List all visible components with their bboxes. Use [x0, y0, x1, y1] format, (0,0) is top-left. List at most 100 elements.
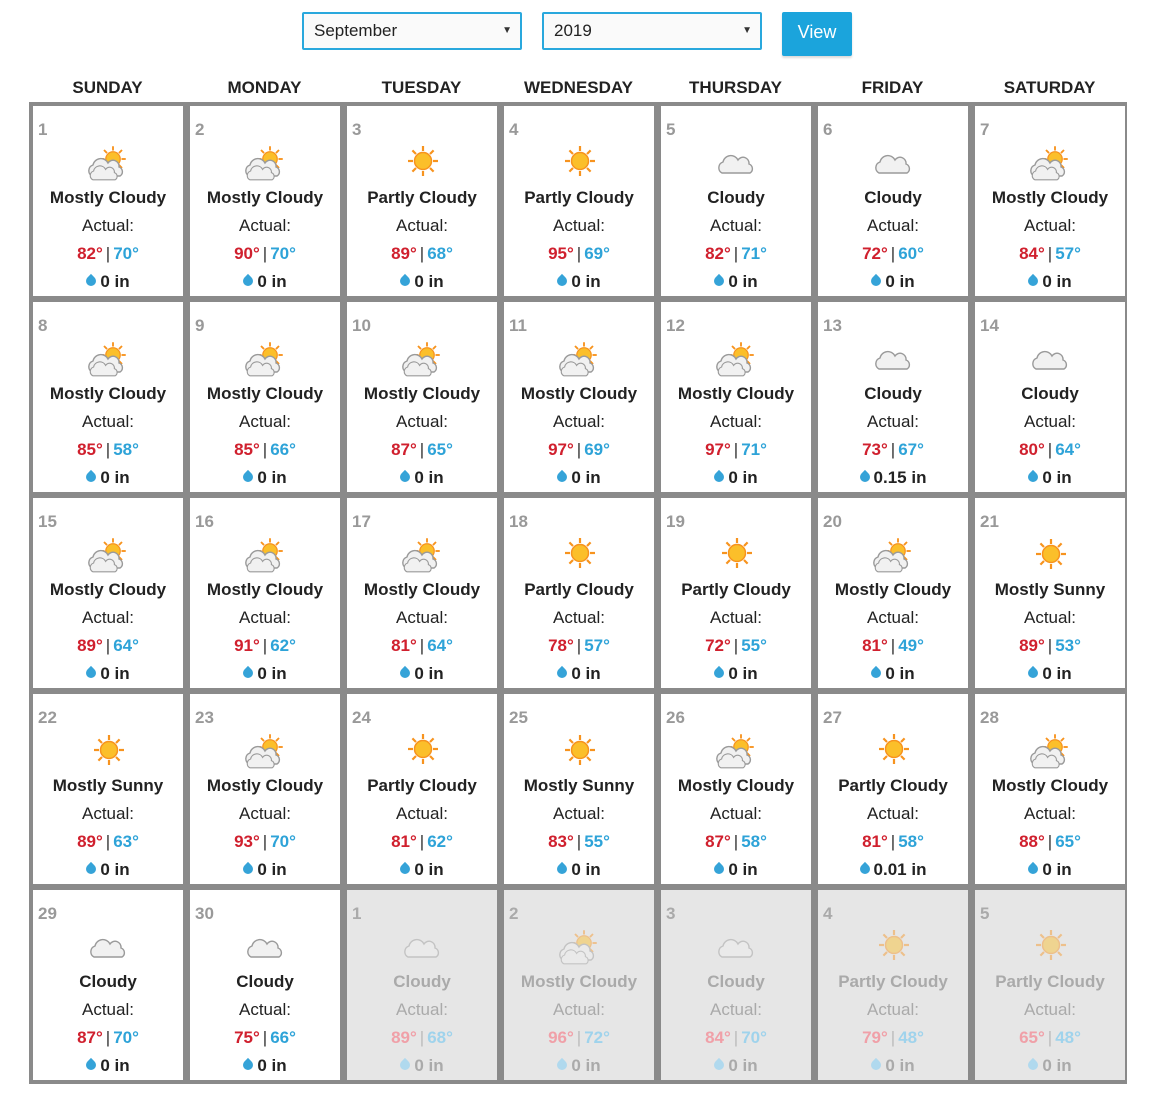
day-number: 21 [980, 512, 999, 531]
mostly-sunny-icon [559, 732, 599, 770]
mostly-cloudy-icon [88, 536, 128, 574]
low-temp: 68° [427, 244, 453, 263]
precipitation: 0 in [661, 860, 811, 880]
day-cell[interactable]: 5 Cloudy Actual: 82° | 71° 0 in [659, 104, 813, 298]
precipitation: 0 in [190, 1056, 340, 1076]
day-cell[interactable]: 1 Cloudy Actual: 89° | 68° 0 in [345, 888, 499, 1082]
high-temp: 81° [862, 832, 888, 851]
low-temp: 70° [113, 244, 139, 263]
high-temp: 97° [705, 440, 731, 459]
condition-label: Mostly Sunny [52, 776, 164, 795]
temp-separator: | [105, 244, 111, 263]
day-cell[interactable]: 22 Mostly Sunny Actual: 89° | 63° 0 in [31, 692, 185, 886]
temp-separator: | [419, 1028, 425, 1047]
mostly-sunny-icon [88, 732, 128, 770]
day-cell[interactable]: 10 Mostly Cloudy Actual: 87° | 65° 0 in [345, 300, 499, 494]
day-number: 23 [195, 708, 214, 727]
day-cell[interactable]: 6 Cloudy Actual: 72° | 60° 0 in [816, 104, 970, 298]
precip-value: 0 in [414, 468, 444, 487]
mostly-cloudy-icon [873, 536, 913, 574]
day-cell[interactable]: 18 Partly Cloudy Actual: 78° | 57° 0 in [502, 496, 656, 690]
day-number: 19 [666, 512, 685, 531]
temperature-range: 82° | 71° [661, 244, 811, 264]
chevron-down-icon: ▼ [502, 25, 512, 36]
year-select[interactable]: 2019 ▼ [542, 12, 762, 50]
day-cell[interactable]: 21 Mostly Sunny Actual: 89° | 53° 0 in [973, 496, 1127, 690]
day-cell[interactable]: 24 Partly Cloudy Actual: 81° | 62° 0 in [345, 692, 499, 886]
high-temp: 72° [862, 244, 888, 263]
high-temp: 93° [234, 832, 260, 851]
temperature-range: 72° | 55° [661, 636, 811, 656]
actual-label: Actual: [867, 608, 919, 627]
temperature-range: 78° | 57° [504, 636, 654, 656]
day-cell[interactable]: 17 Mostly Cloudy Actual: 81° | 64° 0 in [345, 496, 499, 690]
day-cell[interactable]: 1 Mostly Cloudy Actual: 82° | 70° 0 in [31, 104, 185, 298]
chevron-down-icon: ▼ [742, 25, 752, 36]
mostly-cloudy-icon [245, 144, 285, 182]
high-temp: 97° [548, 440, 574, 459]
day-cell[interactable]: 4 Partly Cloudy Actual: 95° | 69° 0 in [502, 104, 656, 298]
day-cell[interactable]: 9 Mostly Cloudy Actual: 85° | 66° 0 in [188, 300, 342, 494]
high-temp: 90° [234, 244, 260, 263]
temperature-range: 93° | 70° [190, 832, 340, 852]
view-button[interactable]: View [782, 12, 852, 56]
day-number: 22 [38, 708, 57, 727]
temp-separator: | [105, 440, 111, 459]
day-cell[interactable]: 2 Mostly Cloudy Actual: 96° | 72° 0 in [502, 888, 656, 1082]
day-cell[interactable]: 20 Mostly Cloudy Actual: 81° | 49° 0 in [816, 496, 970, 690]
day-cell[interactable]: 3 Partly Cloudy Actual: 89° | 68° 0 in [345, 104, 499, 298]
day-cell[interactable]: 23 Mostly Cloudy Actual: 93° | 70° 0 in [188, 692, 342, 886]
temperature-range: 65° | 48° [975, 1028, 1125, 1048]
day-cell[interactable]: 19 Partly Cloudy Actual: 72° | 55° 0 in [659, 496, 813, 690]
day-cell[interactable]: 15 Mostly Cloudy Actual: 89° | 64° 0 in [31, 496, 185, 690]
day-number: 3 [352, 120, 362, 139]
raindrop-icon [712, 469, 727, 485]
day-cell[interactable]: 29 Cloudy Actual: 87° | 70° 0 in [31, 888, 185, 1082]
high-temp: 81° [862, 636, 888, 655]
day-cell[interactable]: 27 Partly Cloudy Actual: 81° | 58° 0.01 in [816, 692, 970, 886]
actual-label: Actual: [396, 804, 448, 823]
day-number: 5 [980, 904, 990, 923]
condition-label: Mostly Cloudy [49, 580, 167, 599]
condition-label: Mostly Cloudy [206, 188, 324, 207]
precipitation: 0 in [190, 272, 340, 292]
day-cell[interactable]: 16 Mostly Cloudy Actual: 91° | 62° 0 in [188, 496, 342, 690]
temp-separator: | [262, 244, 268, 263]
day-cell[interactable]: 3 Cloudy Actual: 84° | 70° 0 in [659, 888, 813, 1082]
actual-label: Actual: [82, 608, 134, 627]
precipitation: 0 in [347, 468, 497, 488]
day-cell[interactable]: 2 Mostly Cloudy Actual: 90° | 70° 0 in [188, 104, 342, 298]
low-temp: 64° [1055, 440, 1081, 459]
day-cell[interactable]: 12 Mostly Cloudy Actual: 97° | 71° 0 in [659, 300, 813, 494]
day-cell[interactable]: 8 Mostly Cloudy Actual: 85° | 58° 0 in [31, 300, 185, 494]
day-number: 3 [666, 904, 676, 923]
temperature-range: 89° | 68° [347, 1028, 497, 1048]
day-cell[interactable]: 7 Mostly Cloudy Actual: 84° | 57° 0 in [973, 104, 1127, 298]
day-cell[interactable]: 13 Cloudy Actual: 73° | 67° 0.15 in [816, 300, 970, 494]
precipitation: 0 in [347, 272, 497, 292]
mostly-cloudy-icon [245, 536, 285, 574]
high-temp: 82° [77, 244, 103, 263]
day-cell[interactable]: 28 Mostly Cloudy Actual: 88° | 65° 0 in [973, 692, 1127, 886]
day-cell[interactable]: 30 Cloudy Actual: 75° | 66° 0 in [188, 888, 342, 1082]
precip-value: 0 in [100, 468, 130, 487]
precipitation: 0 in [347, 860, 497, 880]
temperature-range: 81° | 62° [347, 832, 497, 852]
condition-label: Mostly Cloudy [991, 188, 1109, 207]
raindrop-icon [398, 273, 413, 289]
temperature-range: 84° | 57° [975, 244, 1125, 264]
temperature-range: 89° | 53° [975, 636, 1125, 656]
day-cell[interactable]: 14 Cloudy Actual: 80° | 64° 0 in [973, 300, 1127, 494]
day-cell[interactable]: 11 Mostly Cloudy Actual: 97° | 69° 0 in [502, 300, 656, 494]
high-temp: 89° [391, 1028, 417, 1047]
month-select[interactable]: September ▼ [302, 12, 522, 50]
day-cell[interactable]: 5 Partly Cloudy Actual: 65° | 48° 0 in [973, 888, 1127, 1082]
mostly-cloudy-icon [716, 340, 756, 378]
day-cell[interactable]: 25 Mostly Sunny Actual: 83° | 55° 0 in [502, 692, 656, 886]
precipitation: 0 in [661, 1056, 811, 1076]
day-cell[interactable]: 4 Partly Cloudy Actual: 79° | 48° 0 in [816, 888, 970, 1082]
precipitation: 0 in [818, 272, 968, 292]
raindrop-icon [84, 665, 99, 681]
temp-separator: | [733, 244, 739, 263]
day-cell[interactable]: 26 Mostly Cloudy Actual: 87° | 58° 0 in [659, 692, 813, 886]
